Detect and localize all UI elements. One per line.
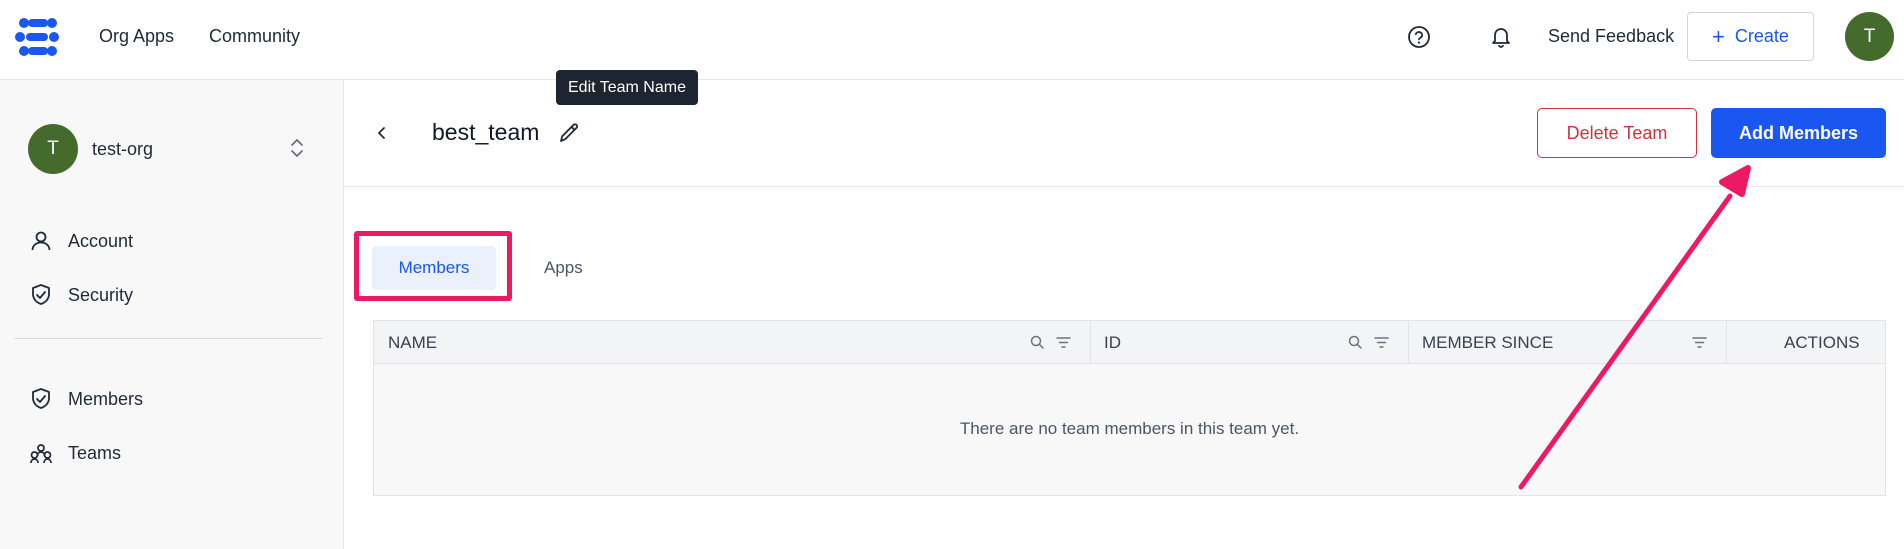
- column-separator: [1726, 321, 1727, 364]
- sidebar-item-members[interactable]: Members: [28, 384, 143, 414]
- delete-team-button[interactable]: Delete Team: [1537, 108, 1697, 158]
- bell-icon[interactable]: [1488, 24, 1514, 50]
- table-header: NAME ID MEMBER SINCE ACTIONS: [374, 321, 1885, 364]
- sidebar-item-label: Teams: [68, 442, 122, 463]
- nav-community[interactable]: Community: [209, 26, 300, 47]
- plus-icon: +: [1712, 23, 1725, 49]
- edit-team-name-tooltip: Edit Team Name: [556, 70, 698, 105]
- column-header-id: ID: [1104, 332, 1121, 352]
- search-icon[interactable]: [1347, 334, 1364, 351]
- sidebar-divider: [14, 338, 323, 339]
- send-feedback-link[interactable]: Send Feedback: [1548, 26, 1674, 47]
- tab-apps[interactable]: Apps: [544, 258, 583, 278]
- column-header-name: NAME: [388, 332, 438, 352]
- app-logo-icon[interactable]: [14, 16, 62, 58]
- team-name-title: best_team: [432, 119, 540, 145]
- sidebar: T test-org Account Security Members Team…: [0, 80, 344, 549]
- column-separator: [1090, 321, 1091, 364]
- sidebar-item-teams[interactable]: Teams: [28, 438, 121, 468]
- sidebar-item-account[interactable]: Account: [28, 226, 133, 256]
- teams-icon: [30, 444, 52, 464]
- filter-icon[interactable]: [1373, 334, 1390, 351]
- org-avatar: T: [28, 124, 78, 174]
- back-chevron-icon[interactable]: [372, 120, 392, 146]
- pencil-icon[interactable]: [556, 120, 582, 146]
- sidebar-item-label: Account: [68, 230, 134, 251]
- header-divider: [344, 186, 1904, 187]
- members-table: NAME ID MEMBER SINCE ACTIONS There are n…: [373, 320, 1886, 496]
- nav-org-apps[interactable]: Org Apps: [99, 26, 174, 47]
- org-name[interactable]: test-org: [92, 139, 153, 160]
- column-separator: [1408, 321, 1409, 364]
- shield-check-icon: [32, 388, 50, 409]
- help-icon[interactable]: [1406, 24, 1432, 50]
- filter-icon[interactable]: [1055, 334, 1072, 351]
- search-icon[interactable]: [1029, 334, 1046, 351]
- create-button-label: Create: [1734, 26, 1789, 46]
- top-bar: Org Apps Community Send Feedback + Creat…: [0, 0, 1904, 80]
- user-avatar[interactable]: T: [1845, 12, 1894, 61]
- column-header-actions: ACTIONS: [1784, 332, 1860, 352]
- sidebar-item-label: Security: [68, 284, 134, 305]
- user-icon: [31, 231, 51, 251]
- sidebar-item-security[interactable]: Security: [28, 280, 133, 310]
- column-header-member-since: MEMBER SINCE: [1422, 332, 1554, 352]
- add-members-button[interactable]: Add Members: [1711, 108, 1886, 158]
- sidebar-item-label: Members: [68, 388, 144, 409]
- shield-check-icon: [32, 284, 50, 305]
- annotation-highlight-box: [354, 231, 512, 301]
- chevron-up-down-icon[interactable]: [286, 135, 308, 161]
- filter-icon[interactable]: [1691, 334, 1708, 351]
- create-button[interactable]: + Create: [1687, 12, 1814, 61]
- empty-state-message: There are no team members in this team y…: [959, 419, 1300, 438]
